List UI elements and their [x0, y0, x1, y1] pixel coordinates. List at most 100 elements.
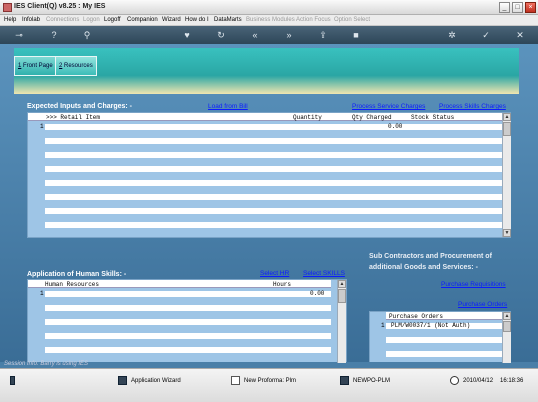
- newpo-icon: [340, 375, 349, 385]
- title-bar: IES Client(Q) v8.25 : My IES _ □ ×: [0, 0, 538, 15]
- table-row[interactable]: [45, 166, 502, 172]
- proforma-icon: [231, 375, 240, 385]
- table-row[interactable]: [45, 180, 502, 186]
- scroll-up-arrow[interactable]: ▲: [338, 280, 346, 288]
- subcontractors-title-2: additional Goods and Services: -: [369, 264, 478, 271]
- menu-how-do-i[interactable]: How do I: [185, 17, 209, 23]
- row-number: 1: [381, 322, 385, 329]
- panel-icon: [10, 375, 15, 385]
- purchase-order-row[interactable]: [386, 351, 502, 357]
- scroll-thumb[interactable]: [503, 122, 511, 136]
- row-qty-charged: 0.00: [388, 123, 403, 130]
- process-service-charges-link[interactable]: Process Service Charges: [352, 103, 425, 110]
- menu-bar: Help Infolab Connections Logon Logoff Co…: [0, 15, 538, 26]
- tab-resources-label: Resources: [62, 63, 93, 69]
- table-row[interactable]: [45, 194, 502, 200]
- scroll-up-arrow[interactable]: ▲: [503, 312, 511, 320]
- scroll-down-arrow[interactable]: ▼: [503, 229, 511, 237]
- skills-title: Application of Human Skills: -: [27, 271, 127, 278]
- table-row[interactable]: [45, 152, 502, 158]
- tab-band: 1 Front Page 2 Resources: [14, 48, 519, 94]
- select-skills-link[interactable]: Select SKILLS: [303, 270, 345, 277]
- toolbar: ⊸ ? ⚲ ♥ ↻ « » ⇪ ■ ✲ ✓ ✕: [0, 26, 538, 44]
- table-row[interactable]: [45, 347, 331, 353]
- menu-connections[interactable]: Connections: [46, 17, 79, 23]
- help-icon[interactable]: ?: [48, 29, 60, 41]
- menu-logon[interactable]: Logon: [83, 17, 100, 23]
- inputs-title: Expected Inputs and Charges: -: [27, 103, 133, 110]
- table-row[interactable]: [45, 138, 502, 144]
- inputs-scrollbar[interactable]: ▲ ▼: [502, 113, 511, 237]
- purchase-orders-scrollbar[interactable]: ▲: [502, 312, 511, 363]
- skills-grid-header: Human Resources Hours: [28, 280, 331, 288]
- purchase-order-row[interactable]: PLM/W0037/1 (Not Auth): [386, 322, 502, 329]
- application-wizard-item[interactable]: Application Wizard: [118, 375, 181, 387]
- purchase-order-row[interactable]: [386, 337, 502, 343]
- purchase-orders-grid: Purchase Orders 1 PLM/W0037/1 (Not Auth)…: [369, 311, 511, 363]
- table-row[interactable]: [45, 222, 502, 228]
- menu-option-select[interactable]: Option Select: [334, 17, 370, 23]
- row-number: 1: [40, 290, 44, 297]
- col-stock-status: Stock Status: [411, 114, 455, 121]
- rewind-icon[interactable]: «: [249, 29, 261, 41]
- app-icon: [3, 3, 12, 12]
- menu-logoff[interactable]: Logoff: [104, 17, 121, 23]
- menu-infolab[interactable]: Infolab: [22, 17, 40, 23]
- close-button[interactable]: ×: [525, 2, 536, 13]
- minimize-button[interactable]: _: [499, 2, 510, 13]
- subcontractors-title-1: Sub Contractors and Procurement of: [369, 253, 492, 260]
- key-icon[interactable]: ⊸: [8, 29, 30, 41]
- inputs-grid-header: >>> Retail Item Quantity Qty Charged Sto…: [28, 113, 502, 121]
- globe-icon[interactable]: ✲: [446, 29, 458, 41]
- new-proforma-item[interactable]: New Proforma: Plm: [231, 375, 296, 387]
- row-number: 1: [40, 123, 44, 130]
- scroll-thumb[interactable]: [338, 289, 346, 303]
- wizard-icon: [118, 375, 127, 385]
- new-proforma-label: New Proforma: Plm: [244, 378, 297, 384]
- table-row[interactable]: [45, 208, 502, 214]
- cancel-icon[interactable]: ✕: [514, 29, 526, 41]
- clock-icon: [450, 375, 459, 385]
- load-from-bill-link[interactable]: Load from Bill: [208, 103, 248, 110]
- newpo-label: NEWPO-PLM: [353, 378, 391, 384]
- check-icon[interactable]: ✓: [480, 29, 492, 41]
- menu-action-focus[interactable]: Action Focus: [296, 17, 331, 23]
- menu-datamarts[interactable]: DataMarts: [214, 17, 242, 23]
- col-human-resources: Human Resources: [45, 281, 100, 288]
- menu-companion[interactable]: Companion: [127, 17, 158, 23]
- menu-business-modules[interactable]: Business Modules: [246, 17, 295, 23]
- table-row[interactable]: [45, 319, 331, 325]
- heart-icon[interactable]: ♥: [181, 29, 193, 41]
- scroll-thumb[interactable]: [503, 321, 511, 332]
- status-panel-icon[interactable]: [10, 375, 19, 387]
- purchase-requisitions-link[interactable]: Purchase Requisitions: [441, 281, 506, 288]
- fast-forward-icon[interactable]: »: [283, 29, 295, 41]
- tab-resources[interactable]: 2 Resources: [55, 56, 97, 76]
- upload-icon[interactable]: ⇪: [317, 29, 329, 41]
- newpo-item[interactable]: NEWPO-PLM: [340, 375, 390, 387]
- menu-help[interactable]: Help: [4, 17, 16, 23]
- status-bar: Application Wizard New Proforma: Plm NEW…: [0, 368, 538, 402]
- col-qty-charged: Qty Charged: [352, 114, 392, 121]
- purchase-orders-header: Purchase Orders: [386, 312, 502, 320]
- process-skills-charges-link[interactable]: Process Skills Charges: [439, 103, 506, 110]
- tab-front-page[interactable]: 1 Front Page: [14, 56, 57, 76]
- table-row[interactable]: 0.00: [45, 123, 502, 130]
- col-hours: Hours: [273, 281, 292, 288]
- search-icon[interactable]: ⚲: [81, 29, 93, 41]
- menu-wizard[interactable]: Wizard: [162, 17, 181, 23]
- status-date: 2010/04/12: [463, 378, 494, 384]
- session-info: Session Info: Barry is using IES: [4, 361, 89, 367]
- select-hr-link[interactable]: Select HR: [260, 270, 289, 277]
- refresh-icon[interactable]: ↻: [215, 29, 227, 41]
- row-hours: 0.00: [310, 290, 325, 297]
- stop-icon[interactable]: ■: [350, 29, 362, 41]
- purchase-orders-link[interactable]: Purchase Orders: [458, 301, 507, 308]
- scroll-up-arrow[interactable]: ▲: [503, 113, 511, 121]
- table-row[interactable]: [45, 333, 331, 339]
- maximize-button[interactable]: □: [512, 2, 523, 13]
- table-row[interactable]: [45, 305, 331, 311]
- skills-scrollbar[interactable]: ▲: [337, 280, 346, 363]
- table-row[interactable]: 0.00: [45, 290, 331, 297]
- status-time: 16:18:36: [500, 378, 524, 384]
